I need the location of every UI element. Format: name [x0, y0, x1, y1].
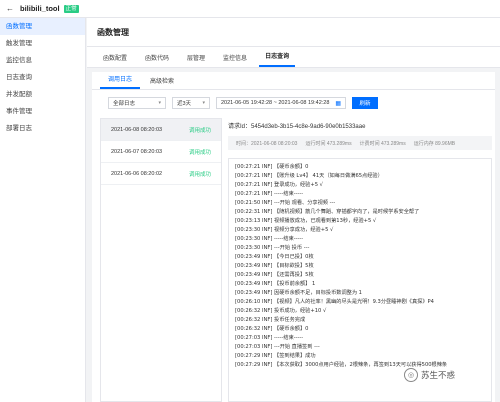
log-line: [00:27:03 INF] -----结束----- — [235, 335, 304, 341]
log-line: [00:23:49 INF] 【今日已投】0枚 — [235, 254, 314, 260]
request-id: 请求Id：5454d3eb-3b15-4c8e-9ad6-90e0b1533aa… — [228, 124, 366, 130]
date-range-value: 2021-06-05 19:42:28 ~ 2021-06-08 19:42:2… — [221, 100, 330, 106]
tab-log-query[interactable]: 日志查询 — [259, 51, 296, 67]
log-line: [00:23:49 INF] 因硬币余额不足，目标投币数调整为 1 — [235, 290, 362, 296]
page-title: 函数管理 — [87, 18, 500, 47]
time-range-value: 近3天 — [177, 101, 192, 107]
tab-function-config[interactable]: 函数配置 — [97, 53, 133, 67]
invocation-status: 调用成功 — [188, 171, 211, 178]
sidebar-item-event-management[interactable]: 事件管理 — [0, 103, 85, 120]
meta-run-time: 运行时间 473.289ms — [305, 140, 352, 147]
function-name: bilibili_tool — [20, 4, 60, 13]
log-line: [00:23:30 INF] 视频分享成功，经验+5 √ — [235, 227, 334, 233]
subtab-advanced-search[interactable]: 高级检索 — [142, 76, 182, 89]
log-line: [00:27:03 INF] ---开始 直播签到 --- — [235, 344, 320, 350]
tab-layer-management[interactable]: 层管理 — [181, 53, 211, 67]
log-panel: 调用日志 高级检索 全部日志 ▾ 近3天 ▾ 2021-06-05 19:42:… — [92, 72, 495, 402]
invocation-time: 2021-06-08 08:20:03 — [111, 126, 163, 133]
log-type-value: 全部日志 — [113, 101, 136, 107]
invocation-time: 2021-06-06 08:20:02 — [111, 170, 163, 177]
log-line: [00:27:21 INF] 【硬币余额】0 — [235, 164, 309, 170]
meta-time: 时间：2021-06-08 08:20:03 — [236, 140, 298, 147]
refresh-button[interactable]: 刷新 — [352, 97, 378, 109]
subtab-invocation-logs[interactable]: 调用日志 — [100, 74, 141, 89]
time-range-select[interactable]: 近3天 ▾ — [172, 97, 210, 109]
log-line: [00:23:30 INF] ---开始 投币 --- — [235, 245, 310, 251]
sidebar-item-log-query[interactable]: 日志查询 — [0, 69, 85, 86]
watermark: ◎ 苏生不惑 — [404, 368, 455, 382]
log-line: [00:23:49 INF] 【目标欲投】5枚 — [235, 263, 314, 269]
invocation-meta: 时间：2021-06-08 08:20:03 运行时间 473.289ms 计费… — [228, 136, 492, 150]
filter-bar: 全部日志 ▾ 近3天 ▾ 2021-06-05 19:42:28 ~ 2021-… — [92, 90, 495, 116]
invocation-row[interactable]: 2021-06-07 08:20:03 调用成功 — [101, 141, 221, 163]
invocation-time: 2021-06-07 08:20:03 — [111, 148, 163, 155]
log-line: [00:26:32 INF] 投币成功，经验+10 √ — [235, 308, 327, 314]
invocation-status: 调用成功 — [188, 149, 211, 156]
date-range-picker[interactable]: 2021-06-05 19:42:28 ~ 2021-06-08 19:42:2… — [216, 97, 346, 109]
log-line: [00:27:21 INF] -----结束----- — [235, 191, 304, 197]
calendar-icon: ▦ — [335, 100, 341, 107]
log-content: 2021-06-08 08:20:03 调用成功 2021-06-07 08:2… — [100, 118, 492, 402]
log-line: [00:27:29 INF] 【签到结果】成功 — [235, 353, 316, 359]
invocation-detail: 请求Id：5454d3eb-3b15-4c8e-9ad6-90e0b1533aa… — [228, 118, 492, 402]
main-area: 函数管理 函数配置 函数代码 层管理 监控信息 日志查询 调用日志 高级检索 全… — [87, 18, 500, 402]
top-bar: ← bilibili_tool 正常 — [0, 0, 500, 18]
subtab-bar: 调用日志 高级检索 — [92, 72, 495, 90]
invocation-list: 2021-06-08 08:20:03 调用成功 2021-06-07 08:2… — [100, 118, 222, 402]
log-output[interactable]: [00:27:21 INF] 【硬币余额】0 [00:27:21 INF] 【账… — [228, 158, 492, 402]
watermark-text: 苏生不惑 — [421, 370, 456, 380]
status-badge: 正常 — [63, 4, 79, 13]
sidebar-item-monitoring[interactable]: 监控信息 — [0, 52, 85, 69]
log-line: [00:23:49 INF] 【还需再投】5枚 — [235, 272, 314, 278]
invocation-status: 调用成功 — [188, 127, 211, 134]
meta-memory: 运行内存 89.96MB — [413, 140, 456, 147]
log-line: [00:21:50 INF] ---开始 观看、分享视频 --- — [235, 200, 336, 206]
log-line: [00:27:21 INF] 登录成功，经验+5 √ — [235, 182, 323, 188]
log-line: [00:23:13 INF] 视频播放成功，已观看到第13秒，经验+5 √ — [235, 218, 377, 224]
log-line: [00:26:10 INF] 【视频】凡人的社率！黑幽的尽头是光明！9.3分昼睡… — [235, 299, 434, 305]
sidebar: 函数管理 触发管理 监控信息 日志查询 并发配额 事件管理 部署日志 — [0, 18, 86, 402]
invocation-row[interactable]: 2021-06-08 08:20:03 调用成功 — [101, 119, 221, 141]
chevron-down-icon: ▾ — [158, 100, 161, 106]
log-line: [00:23:49 INF] 【投币前余额】 1 — [235, 281, 316, 287]
tab-monitoring[interactable]: 监控信息 — [217, 53, 253, 67]
log-line: [00:26:32 INF] 投币任务完成 — [235, 317, 306, 323]
back-arrow-icon[interactable]: ← — [6, 4, 14, 13]
tab-bar: 函数配置 函数代码 层管理 监控信息 日志查询 — [87, 47, 500, 68]
sidebar-item-function-management[interactable]: 函数管理 — [0, 18, 85, 35]
log-type-select[interactable]: 全部日志 ▾ — [108, 97, 166, 109]
invocation-row[interactable]: 2021-06-06 08:20:02 调用成功 — [101, 163, 221, 185]
sidebar-item-concurrency-quota[interactable]: 并发配额 — [0, 86, 85, 103]
tab-function-code[interactable]: 函数代码 — [139, 53, 175, 67]
chevron-down-icon: ▾ — [202, 100, 205, 106]
sidebar-item-trigger-management[interactable]: 触发管理 — [0, 35, 85, 52]
sidebar-item-deploy-logs[interactable]: 部署日志 — [0, 120, 85, 137]
log-line: [00:22:31 INF] 【随机视频】筋几个舞蹈、穿插都字向了，是时候学系安… — [235, 209, 420, 215]
log-line: [00:26:32 INF] 【硬币余额】0 — [235, 326, 309, 332]
meta-billing-time: 计费时间 473.289ms — [359, 140, 406, 147]
log-line: [00:27:21 INF] 【账升级 Lv4】 41天（如每日做满65点经验） — [235, 173, 383, 179]
log-line: [00:23:30 INF] -----结束----- — [235, 236, 304, 242]
wechat-account-icon: ◎ — [404, 368, 418, 382]
